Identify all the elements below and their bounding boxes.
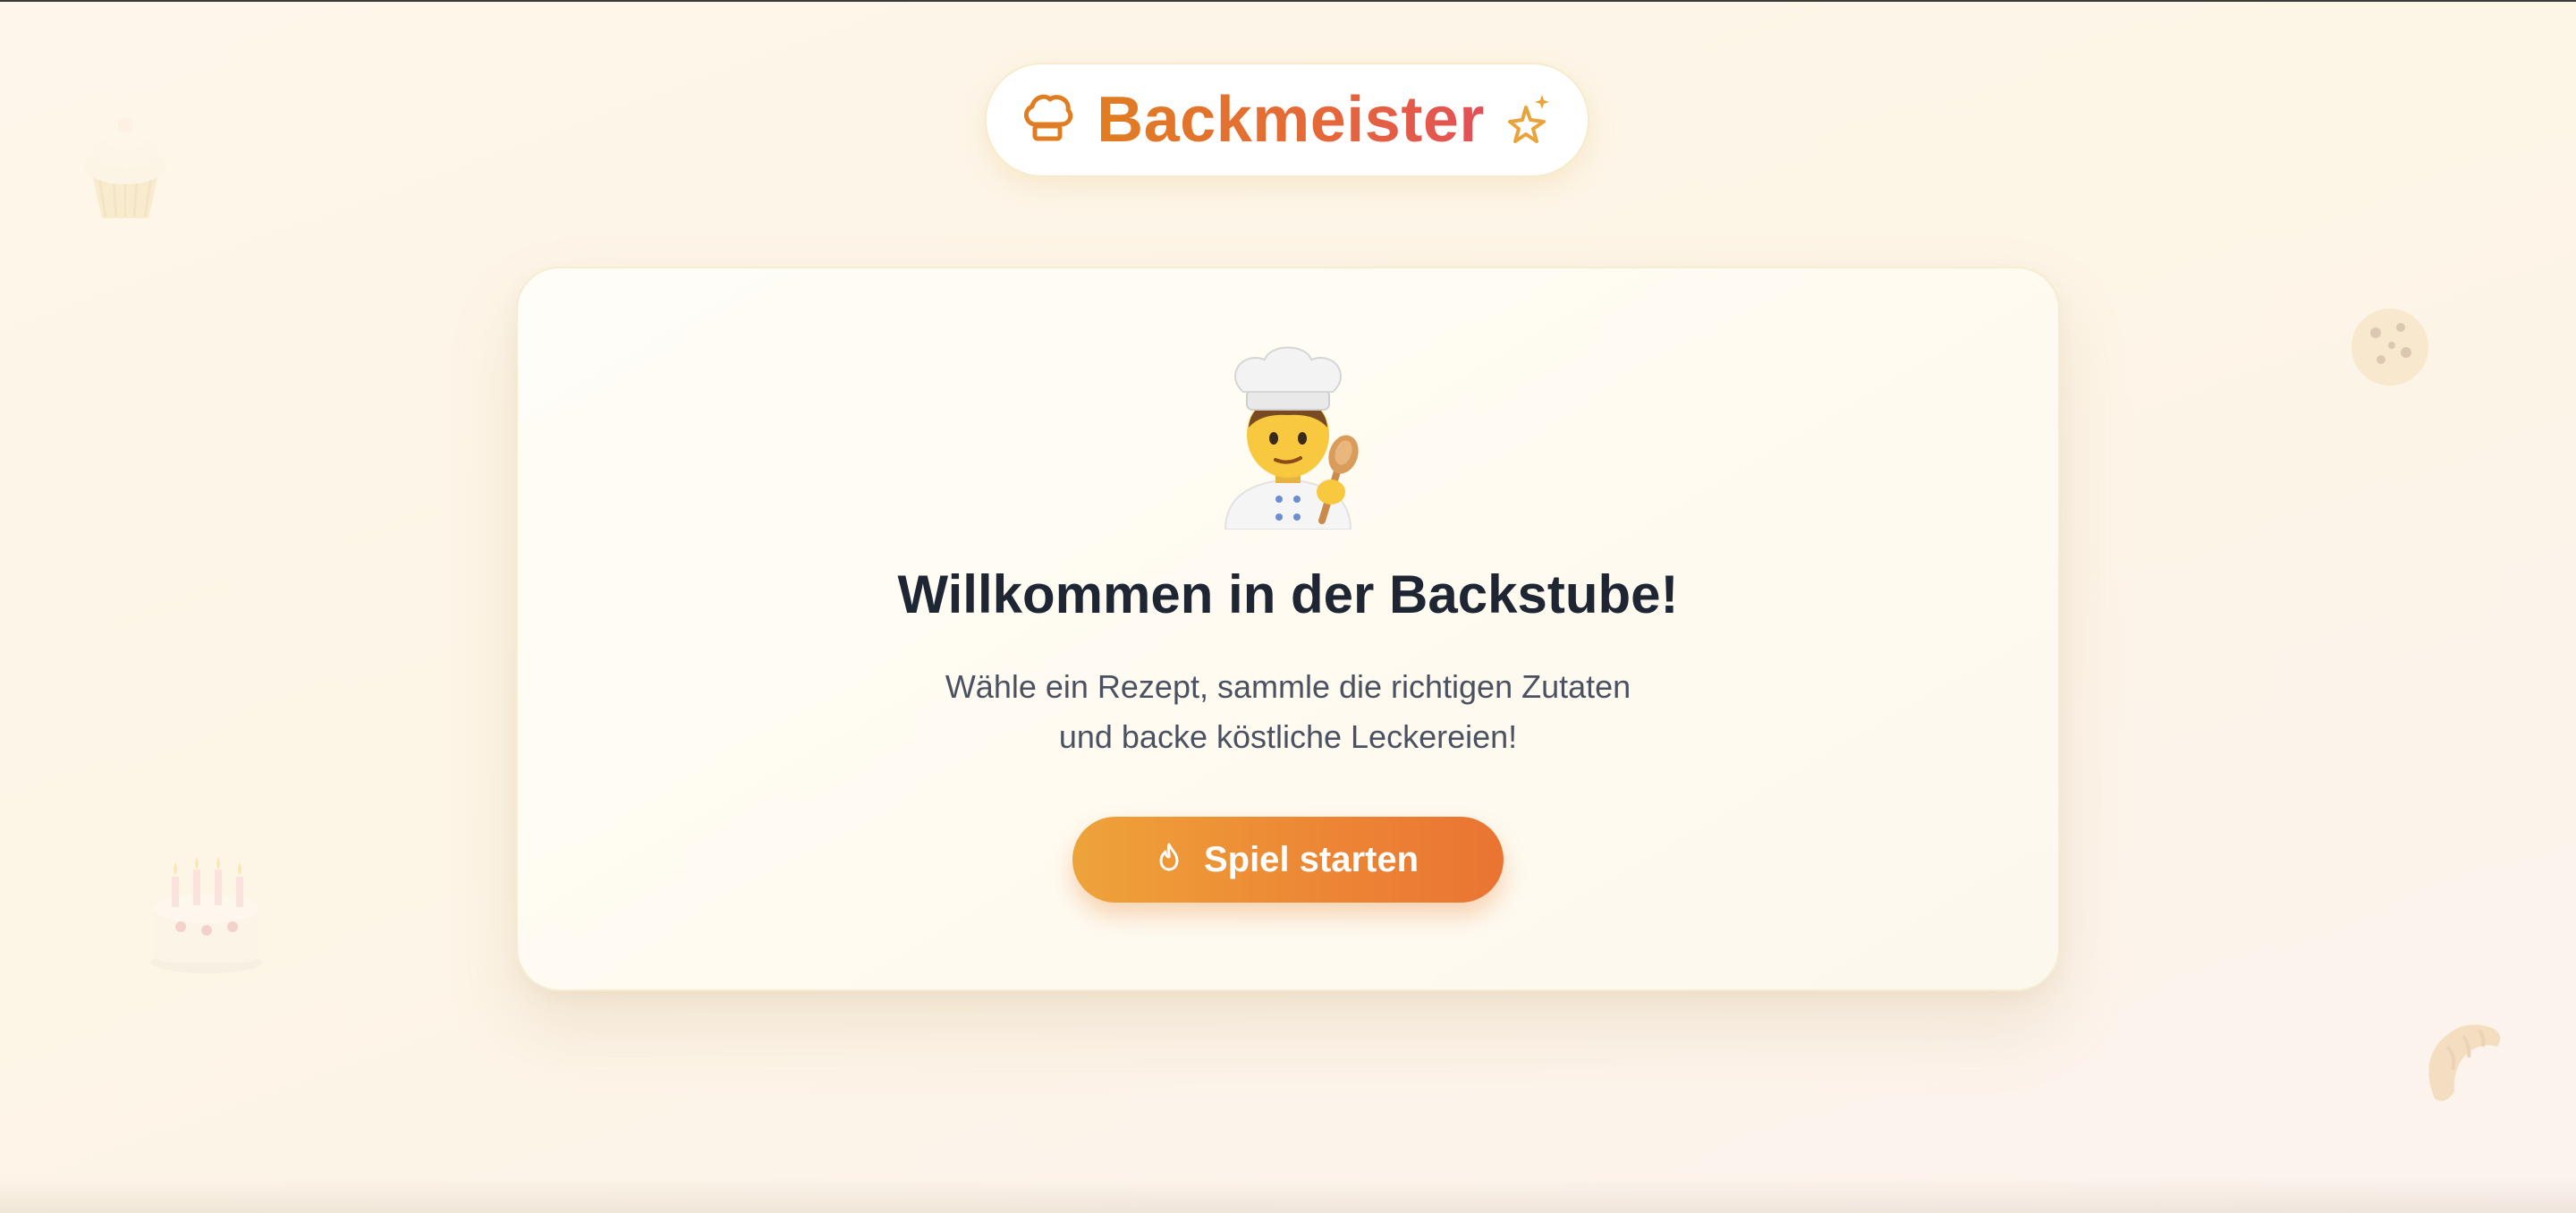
brand-pill: Backmeister	[985, 63, 1589, 177]
start-game-button[interactable]: Spiel starten	[1072, 817, 1504, 903]
cookie-icon	[2349, 306, 2431, 388]
welcome-subtitle: Wähle ein Rezept, sammle die richtigen Z…	[516, 662, 2060, 762]
chef-hat-icon	[1021, 92, 1073, 148]
app-root: Backmeister Willkommen in der Backstube!…	[0, 2, 2576, 1213]
bottom-shadow	[0, 1177, 2576, 1213]
start-game-label: Spiel starten	[1203, 839, 1419, 879]
subtitle-line-2: und backe köstliche Leckereien!	[1058, 718, 1518, 755]
chef-emoji	[1199, 342, 1377, 530]
brand-title: Backmeister	[1097, 84, 1485, 156]
welcome-headline: Willkommen in der Backstube!	[897, 564, 1679, 624]
subtitle-line-1: Wähle ein Rezept, sammle die richtigen Z…	[945, 668, 1631, 705]
sparkles-icon	[1507, 93, 1553, 148]
cupcake-icon	[79, 116, 172, 222]
birthday-cake-icon	[148, 857, 265, 975]
flame-icon	[1157, 840, 1181, 880]
croissant-icon	[2417, 1020, 2506, 1106]
